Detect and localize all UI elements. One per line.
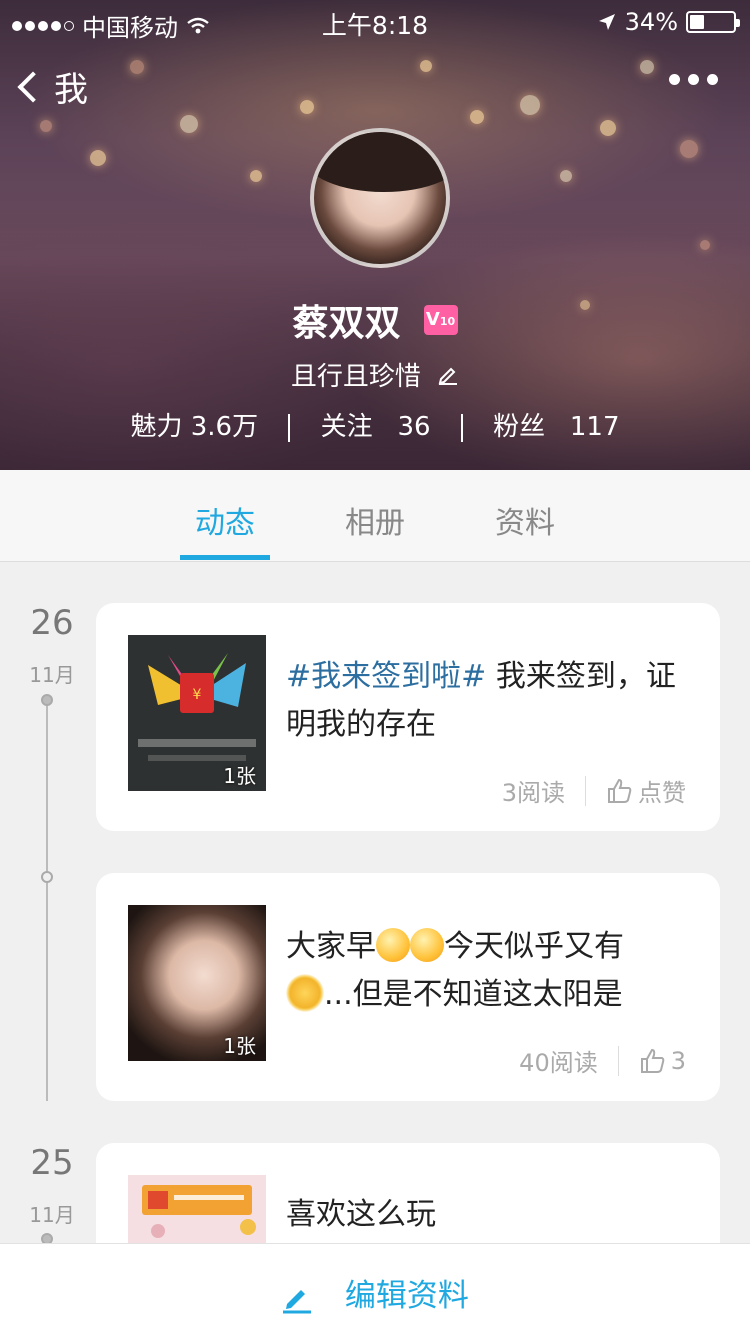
grin-emoji-icon (376, 928, 410, 962)
post-card[interactable]: ¥ 1张 #我来签到啦# 我来签到，证明我的存在 3阅读 点赞 (96, 603, 720, 831)
chevron-left-icon (17, 70, 49, 103)
sun-emoji-icon (286, 974, 324, 1012)
tab-profile-info[interactable]: 资料 (465, 498, 585, 542)
post-thumbnail[interactable] (128, 1175, 266, 1243)
grin-emoji-icon (410, 928, 444, 962)
bottom-bar: 编辑资料 (0, 1243, 750, 1334)
bokeh-light (40, 120, 52, 132)
bokeh-light (90, 150, 106, 166)
date-day: 26 (30, 603, 74, 643)
post-card[interactable]: 喜欢这么玩 (96, 1143, 720, 1243)
tab-bar: 动态 相册 资料 (0, 470, 750, 562)
profile-signature: 且行且珍惜 (290, 362, 421, 392)
bokeh-light (560, 170, 572, 182)
like-button[interactable]: 点赞 (606, 773, 686, 808)
profile-name: 蔡双双 (292, 303, 401, 344)
screenshot-image (128, 1175, 266, 1243)
tab-activity[interactable]: 动态 (165, 498, 285, 542)
edit-signature-icon[interactable] (437, 363, 459, 385)
stat-charm[interactable]: 魅力 3.6万 (130, 412, 258, 442)
image-count: 1张 (223, 1034, 256, 1058)
hashtag-link[interactable]: #我来签到啦# (286, 659, 486, 694)
divider (460, 413, 463, 442)
avatar[interactable] (310, 128, 450, 268)
more-dot-icon (707, 74, 718, 85)
more-options-button[interactable] (669, 74, 718, 85)
post-card[interactable]: 1张 大家早 今天似乎又有 ...但是不知道这太阳是 40阅读 3 (96, 873, 720, 1101)
timeline-dot (41, 694, 53, 706)
edit-profile-button[interactable]: 编辑资料 (0, 1270, 750, 1315)
divider (288, 413, 291, 442)
thumbs-up-icon (640, 1048, 665, 1073)
battery-icon (686, 11, 740, 33)
bokeh-light (180, 115, 198, 133)
profile-header: 中国移动 上午8:18 34% 我 蔡双双 V10 且行且珍惜 魅力 3.6万 … (0, 0, 750, 470)
timeline-dot (41, 1233, 53, 1243)
svg-text:¥: ¥ (193, 687, 202, 703)
bokeh-light (250, 170, 262, 182)
location-arrow-icon (598, 14, 615, 30)
post-thumbnail[interactable]: ¥ 1张 (128, 635, 266, 791)
stat-following[interactable]: 关注 36 (321, 412, 431, 442)
post-text: #我来签到啦# 我来签到，证明我的存在 (286, 659, 676, 742)
post-meta: 40阅读 3 (519, 1043, 686, 1078)
timeline-feed: 26 11月 ¥ 1张 #我来签到啦# 我来签到，证明我的存在 3阅读 点赞 1… (0, 563, 750, 1243)
like-label: 点赞 (638, 779, 686, 807)
date-month: 11月 (29, 1203, 75, 1227)
stat-fans[interactable]: 粉丝 117 (493, 412, 619, 442)
pencil-icon (283, 1289, 312, 1313)
post-thumbnail[interactable]: 1张 (128, 905, 266, 1061)
read-count: 3阅读 (501, 779, 565, 807)
date-day: 25 (30, 1143, 74, 1183)
edit-profile-label: 编辑资料 (344, 1278, 469, 1314)
status-bar: 中国移动 上午8:18 34% (0, 0, 750, 42)
thumbs-up-icon (608, 778, 632, 803)
read-count: 40阅读 (519, 1049, 598, 1077)
timeline-dot (41, 871, 53, 883)
image-count: 1张 (223, 764, 256, 788)
bokeh-light (680, 140, 698, 158)
back-label: 我 (54, 70, 88, 110)
like-button[interactable]: 3 (639, 1047, 686, 1075)
date-month: 11月 (29, 663, 75, 687)
vip-badge: V10 (423, 305, 458, 335)
nav-bar: 我 (0, 56, 750, 116)
active-tab-indicator (180, 555, 270, 560)
more-dot-icon (688, 74, 699, 85)
post-meta: 3阅读 点赞 (502, 773, 686, 808)
like-count: 3 (670, 1046, 686, 1075)
timeline-line (46, 701, 48, 1101)
bokeh-light (600, 120, 616, 136)
tab-album[interactable]: 相册 (315, 498, 435, 542)
more-dot-icon (669, 74, 680, 85)
post-text: 喜欢这么玩 (286, 1197, 436, 1232)
back-button[interactable]: 我 (14, 62, 88, 111)
profile-stats: 魅力 3.6万 关注 36 粉丝 117 (0, 406, 750, 443)
post-text: 大家早 今天似乎又有 ...但是不知道这太阳是 (286, 928, 624, 1012)
battery-percent: 34% (624, 8, 678, 36)
